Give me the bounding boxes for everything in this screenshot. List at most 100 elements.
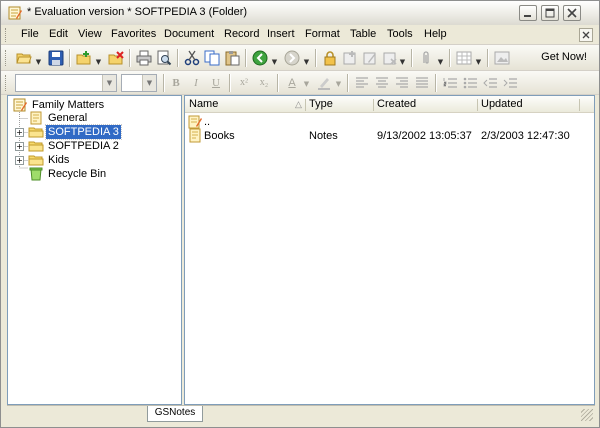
tree-item-label: Family Matters [32, 99, 105, 111]
copy-button[interactable] [203, 49, 221, 67]
column-divider[interactable] [579, 99, 580, 111]
maximize-button[interactable] [541, 5, 559, 21]
new-record-button[interactable] [341, 49, 359, 67]
align-left-button[interactable] [353, 74, 371, 92]
menu-edit[interactable]: Edit [47, 28, 70, 40]
record-list[interactable]: Name △ Type Created Updated .. Books Not… [184, 95, 595, 405]
bold-icon: B [172, 77, 180, 89]
open-button[interactable] [15, 49, 33, 67]
menu-insert[interactable]: Insert [265, 28, 297, 40]
table-dropdown[interactable]: ▼ [475, 57, 482, 67]
record-dropdown[interactable]: ▼ [399, 57, 406, 67]
bulleted-list-button[interactable] [461, 74, 479, 92]
edit-record-button[interactable] [361, 49, 379, 67]
font-color-button[interactable]: A [283, 74, 301, 92]
paste-button[interactable] [223, 49, 241, 67]
menu-table[interactable]: Table [348, 28, 378, 40]
align-right-button[interactable] [393, 74, 411, 92]
save-icon [48, 50, 64, 66]
cut-button[interactable] [183, 49, 201, 67]
tab-gsnotes[interactable]: GSNotes [147, 406, 203, 422]
highlight-button[interactable] [315, 74, 333, 92]
menubar-grip[interactable] [5, 28, 8, 42]
forward-arrow-icon [284, 50, 300, 66]
chevron-down-icon[interactable]: ▼ [142, 75, 156, 91]
menu-format[interactable]: Format [303, 28, 342, 40]
column-header-created[interactable]: Created [377, 98, 416, 110]
column-header-type[interactable]: Type [309, 98, 333, 110]
align-center-button[interactable] [373, 74, 391, 92]
folder-icon [28, 153, 44, 167]
delete-record-button[interactable] [381, 49, 399, 67]
column-divider[interactable] [477, 99, 478, 111]
title-bar[interactable]: * Evaluation version * SOFTPEDIA 3 (Fold… [1, 1, 599, 25]
font-name-combo[interactable]: ▼ [15, 74, 117, 92]
menu-view[interactable]: View [76, 28, 104, 40]
cut-icon [184, 50, 200, 66]
expand-icon[interactable]: + [15, 156, 24, 165]
decrease-indent-button[interactable] [481, 74, 499, 92]
print-preview-button[interactable] [155, 49, 173, 67]
maximize-icon [545, 8, 555, 18]
edit-record-icon [363, 52, 376, 65]
menu-favorites[interactable]: Favorites [109, 28, 158, 40]
column-divider[interactable] [305, 99, 306, 111]
column-divider[interactable] [373, 99, 374, 111]
underline-button[interactable]: U [207, 74, 225, 92]
close-button[interactable] [563, 5, 581, 21]
tree-item-label: Kids [48, 154, 70, 166]
lock-button[interactable] [321, 49, 339, 67]
expand-icon[interactable]: + [15, 142, 24, 151]
menu-tools[interactable]: Tools [385, 28, 415, 40]
list-item-books[interactable]: Books Notes 9/13/2002 13:05:37 2/3/2003 … [185, 128, 594, 144]
toolbar-separator [69, 49, 71, 67]
delete-button[interactable] [107, 49, 125, 67]
bold-button[interactable]: B [167, 74, 185, 92]
get-now-link[interactable]: Get Now! [541, 51, 587, 63]
menu-record[interactable]: Record [222, 28, 261, 40]
new-folder-button[interactable] [75, 49, 93, 67]
notebook-icon [12, 98, 28, 112]
chevron-down-icon[interactable]: ▼ [102, 75, 116, 91]
minimize-button[interactable] [519, 5, 537, 21]
menu-help[interactable]: Help [422, 28, 449, 40]
attach-button[interactable] [417, 49, 435, 67]
table-icon [456, 51, 472, 65]
forward-dropdown[interactable]: ▼ [303, 57, 310, 67]
toolbar-separator [163, 74, 165, 92]
subscript-button[interactable]: x₂ [255, 74, 273, 92]
column-header-name[interactable]: Name [189, 98, 218, 110]
column-header-updated[interactable]: Updated [481, 98, 523, 110]
new-folder-icon [76, 51, 91, 65]
resize-grip[interactable] [581, 409, 593, 421]
table-button[interactable] [455, 49, 473, 67]
folder-tree[interactable]: Family Matters General SOFTPEDIA 3 + SOF… [7, 95, 182, 405]
new-record-icon [343, 51, 356, 65]
highlighter-icon [318, 78, 330, 90]
menu-file[interactable]: File [19, 28, 41, 40]
font-color-dropdown[interactable]: ▼ [303, 79, 310, 89]
mdi-close-button[interactable] [579, 28, 593, 42]
print-button[interactable] [135, 49, 153, 67]
back-button[interactable] [251, 49, 269, 67]
menu-bar: File Edit View Favorites Document Record… [1, 25, 599, 45]
image-button[interactable] [493, 49, 511, 67]
expand-icon[interactable]: + [15, 128, 24, 137]
tree-item-label: Recycle Bin [48, 168, 107, 180]
font-size-combo[interactable]: ▼ [121, 74, 157, 92]
back-dropdown[interactable]: ▼ [271, 57, 278, 67]
italic-button[interactable]: I [187, 74, 205, 92]
superscript-button[interactable]: x² [235, 74, 253, 92]
highlight-dropdown[interactable]: ▼ [335, 79, 342, 89]
forward-button[interactable] [283, 49, 301, 67]
numbered-list-button[interactable] [441, 74, 459, 92]
attach-dropdown[interactable]: ▼ [437, 57, 444, 67]
increase-indent-button[interactable] [501, 74, 519, 92]
new-dropdown[interactable]: ▼ [95, 57, 102, 67]
menu-document[interactable]: Document [162, 28, 216, 40]
open-dropdown[interactable]: ▼ [35, 57, 42, 67]
save-button[interactable] [47, 49, 65, 67]
toolbar-grip[interactable] [5, 75, 8, 91]
justify-button[interactable] [413, 74, 431, 92]
toolbar-grip[interactable] [5, 50, 8, 66]
